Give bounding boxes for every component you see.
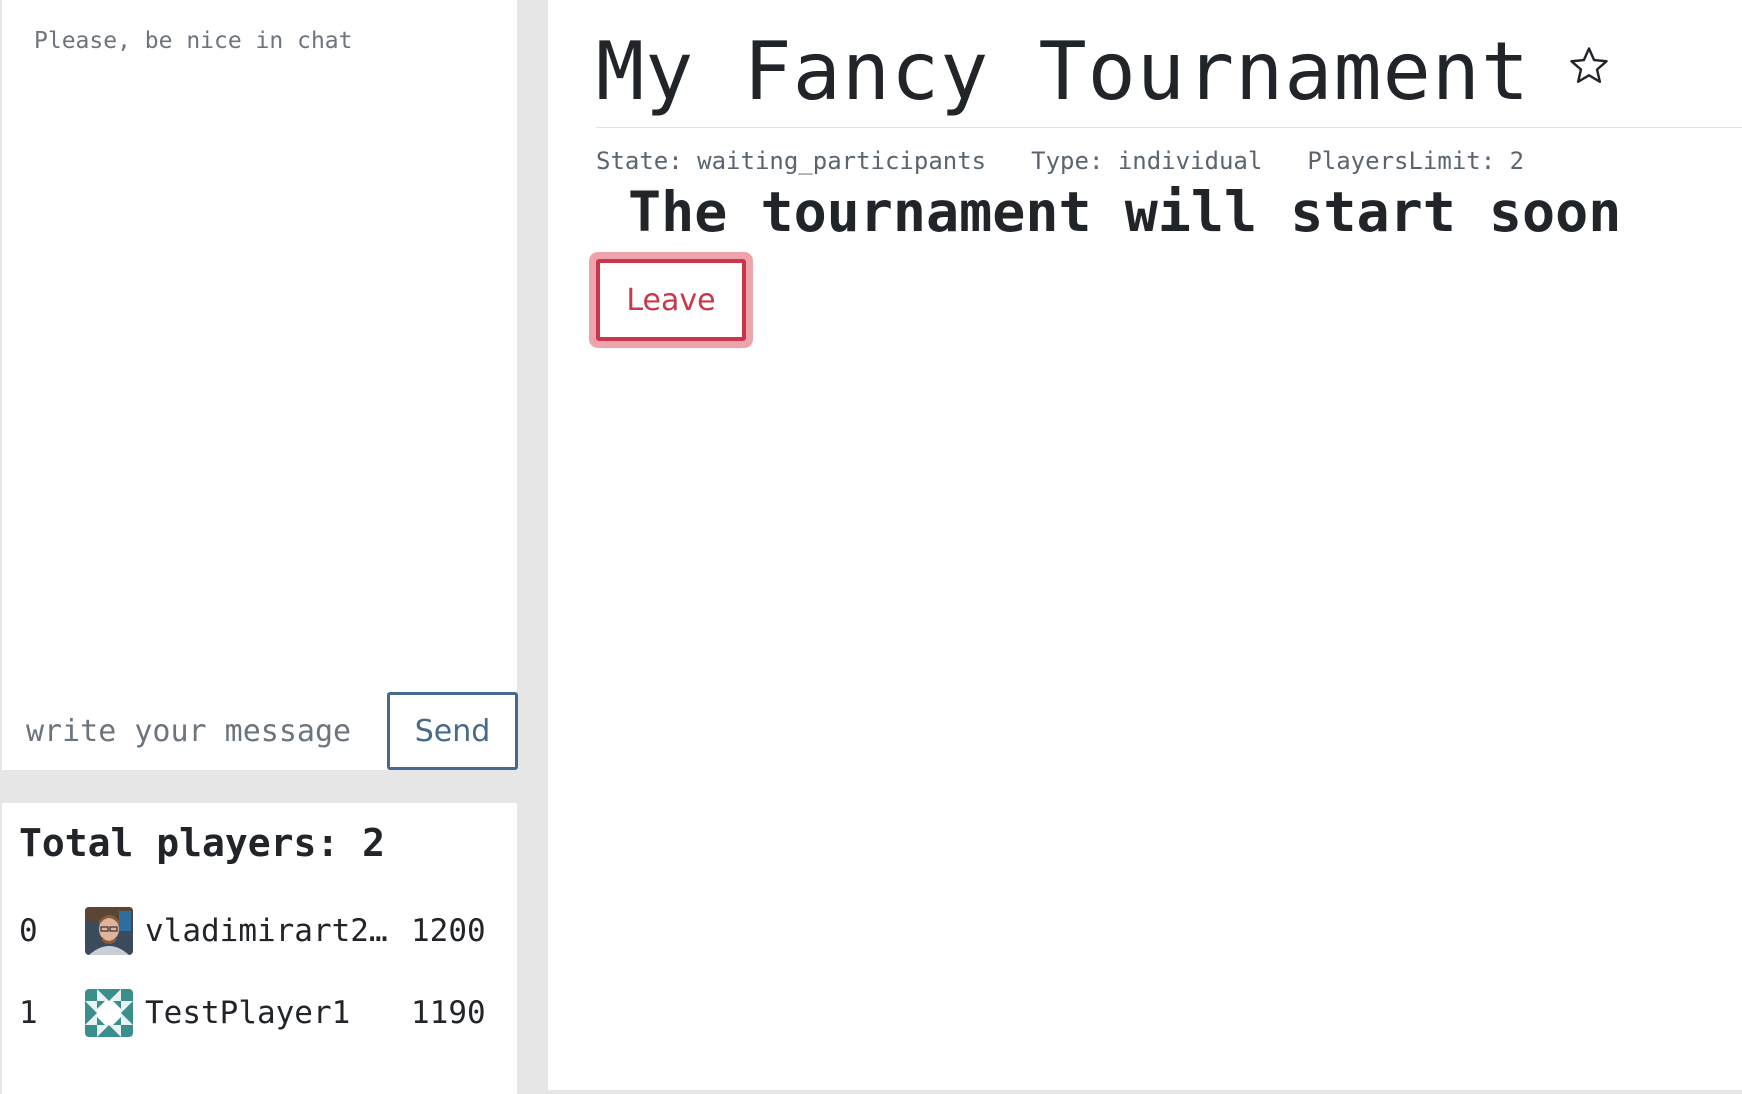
chat-panel: Please, be nice in chat Send	[2, 0, 518, 770]
player-rank: 0	[19, 913, 38, 949]
identicon-avatar	[85, 989, 133, 1037]
tournament-players-limit: PlayersLimit: 2	[1307, 147, 1525, 175]
user-photo-avatar	[85, 907, 133, 955]
tournament-meta: State: waiting_participants Type: individ…	[596, 147, 1524, 175]
player-rating: 1200	[411, 913, 486, 949]
chat-notice: Please, be nice in chat	[34, 28, 353, 54]
user-photo-icon	[85, 907, 133, 955]
send-button[interactable]: Send	[387, 692, 518, 770]
chat-message-input[interactable]	[2, 692, 385, 770]
player-name[interactable]: TestPlayer1	[145, 995, 410, 1031]
player-row[interactable]: 1 TestPlayer1 1190	[2, 983, 517, 1043]
tournament-type: Type: individual	[1031, 147, 1263, 175]
player-rank: 1	[19, 995, 38, 1031]
identicon-icon	[85, 989, 133, 1037]
tournament-panel: My Fancy Tournament State: waiting_parti…	[548, 0, 1742, 1090]
tournament-title: My Fancy Tournament	[596, 25, 1531, 118]
tournament-state: State: waiting_participants	[596, 147, 987, 175]
players-panel: Total players: 2 0 vladimirart2… 1200 1	[2, 803, 517, 1094]
player-name[interactable]: vladimirart2…	[145, 913, 410, 949]
star-outline-icon[interactable]	[1568, 45, 1610, 91]
player-row[interactable]: 0 vladimirart2… 1200	[2, 901, 517, 961]
title-row: My Fancy Tournament	[596, 30, 1742, 128]
total-players-heading: Total players: 2	[19, 821, 386, 865]
leave-button[interactable]: Leave	[596, 259, 746, 341]
start-message: The tournament will start soon	[628, 180, 1622, 244]
player-rating: 1190	[411, 995, 486, 1031]
